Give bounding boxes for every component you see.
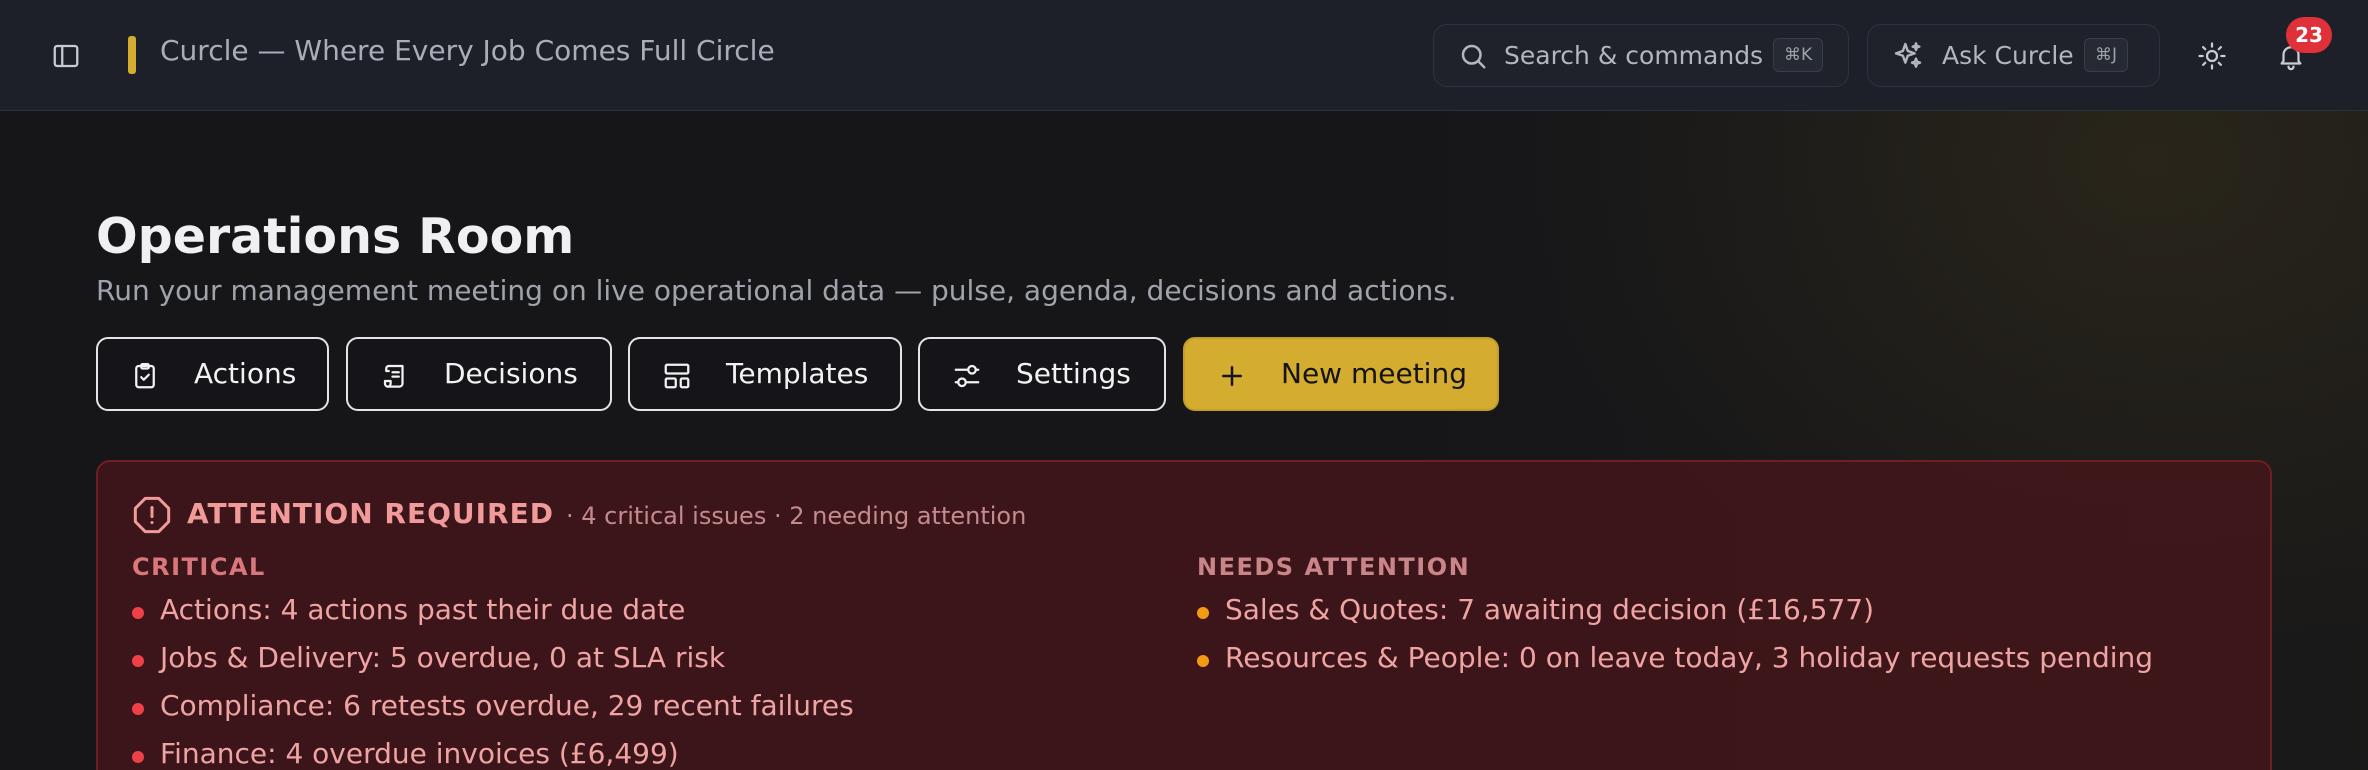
search-icon (1461, 44, 1486, 68)
brand-accent-bar (128, 36, 136, 74)
critical-dot (132, 703, 144, 715)
new-meeting-button[interactable]: New meeting (1183, 337, 1499, 411)
ask-curcle-button[interactable]: Ask Curcle ⌘J (1867, 24, 2160, 87)
ask-label: Ask Curcle (1942, 41, 2074, 70)
critical-item-text: Finance: 4 overdue invoices (£6,499) (160, 737, 679, 770)
alert-octagon-icon (133, 496, 171, 534)
alert-summary: · 4 critical issues · 2 needing attentio… (566, 502, 1027, 530)
page-title: Operations Room (96, 208, 575, 265)
search-commands-button[interactable]: Search & commands ⌘K (1433, 24, 1849, 87)
decisions-button[interactable]: Decisions (346, 337, 612, 411)
alert-title: ATTENTION REQUIRED (187, 497, 554, 530)
search-shortcut: ⌘K (1773, 38, 1824, 72)
critical-dot (132, 655, 144, 667)
plus-icon (1222, 366, 1242, 386)
critical-item-text: Compliance: 6 retests overdue, 29 recent… (160, 689, 854, 722)
attention-item-text: Sales & Quotes: 7 awaiting decision (£16… (1225, 593, 1875, 626)
ask-shortcut: ⌘J (2084, 38, 2129, 72)
attention-item-text: Resources & People: 0 on leave today, 3 … (1225, 641, 2154, 674)
sidebar-toggle-button[interactable] (48, 38, 84, 74)
actions-label: Actions (194, 357, 297, 390)
actions-button[interactable]: Actions (96, 337, 329, 411)
warning-dot (1197, 655, 1209, 667)
clipboard-check-icon (135, 363, 155, 389)
settings-button[interactable]: Settings (918, 337, 1166, 411)
sliders-icon (954, 364, 980, 388)
search-label: Search & commands (1504, 41, 1764, 70)
templates-button[interactable]: Templates (628, 337, 902, 411)
settings-label: Settings (1016, 357, 1131, 390)
app-title: Curcle — Where Every Job Comes Full Circ… (160, 34, 775, 67)
critical-item-text: Actions: 4 actions past their due date (160, 593, 686, 626)
scroll-icon (383, 364, 404, 388)
warning-dot (1197, 607, 1209, 619)
notification-count-badge: 23 (2286, 17, 2332, 53)
critical-dot (132, 751, 144, 763)
critical-dot (132, 607, 144, 619)
needs-attention-heading: NEEDS ATTENTION (1197, 553, 1471, 581)
sparkles-icon (1894, 41, 1922, 68)
layout-template-icon (664, 363, 690, 389)
new-meeting-label: New meeting (1281, 357, 1467, 390)
critical-item-text: Jobs & Delivery: 5 overdue, 0 at SLA ris… (160, 641, 726, 674)
sun-icon (2198, 42, 2226, 70)
top-bar: Curcle — Where Every Job Comes Full Circ… (0, 0, 2368, 111)
page-subtitle: Run your management meeting on live oper… (96, 274, 1457, 307)
templates-label: Templates (726, 357, 869, 390)
attention-required-panel: ATTENTION REQUIRED · 4 critical issues ·… (96, 460, 2272, 770)
sidebar-toggle-icon (53, 44, 79, 68)
theme-toggle-button[interactable] (2193, 37, 2231, 75)
critical-heading: CRITICAL (132, 553, 266, 581)
decisions-label: Decisions (444, 357, 578, 390)
